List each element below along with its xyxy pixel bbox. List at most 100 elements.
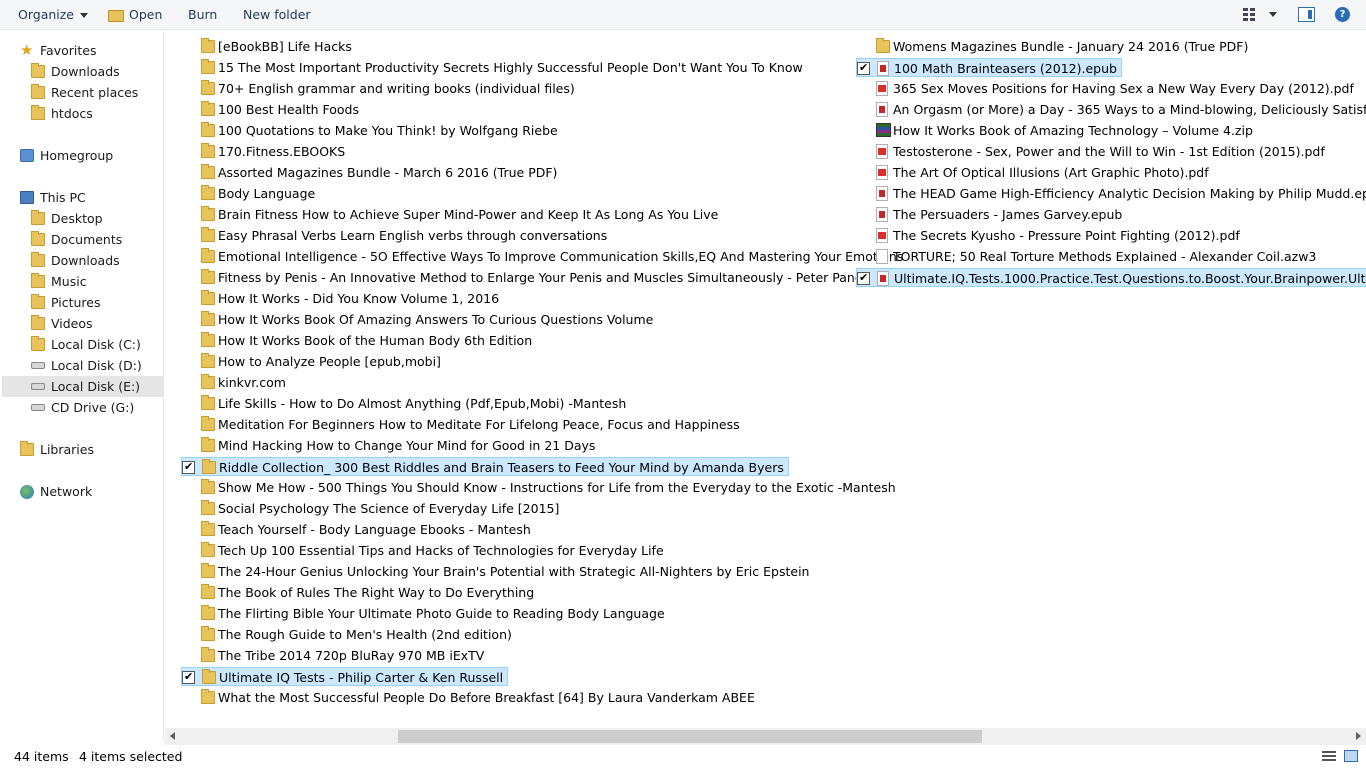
drive-icon <box>31 362 45 369</box>
desktop-folder-icon <box>31 210 45 225</box>
file-list-item[interactable]: Riddle Collection_ 300 Best Riddles and … <box>181 457 789 476</box>
item-checkbox[interactable] <box>181 607 194 620</box>
item-checkbox[interactable] <box>181 376 194 389</box>
folder-icon <box>201 689 215 704</box>
nav-label: Recent places <box>51 85 139 100</box>
nav-local-disk-e[interactable]: Local Disk (E:) <box>2 376 163 397</box>
item-checkbox[interactable] <box>181 502 194 515</box>
item-checkbox[interactable] <box>856 82 869 95</box>
folder-icon <box>201 521 215 536</box>
folder-icon <box>201 395 215 410</box>
cd-drive-icon <box>31 404 45 411</box>
item-checkbox[interactable] <box>181 439 194 452</box>
item-checkbox[interactable] <box>181 124 194 137</box>
preview-pane-icon[interactable] <box>1298 7 1315 22</box>
file-name: The Secrets Kyusho - Pressure Point Figh… <box>893 228 1240 243</box>
file-name: The Rough Guide to Men's Health (2nd edi… <box>218 627 512 642</box>
organize-label: Organize <box>18 7 74 22</box>
item-checkbox[interactable] <box>181 649 194 662</box>
downloads-folder-icon <box>31 63 45 78</box>
organize-button[interactable]: Organize <box>18 0 88 30</box>
view-options-chevron-icon[interactable] <box>1269 12 1277 17</box>
folder-icon <box>201 101 215 116</box>
scrollbar-thumb[interactable] <box>398 730 982 743</box>
open-button[interactable]: Open <box>108 0 162 30</box>
open-label: Open <box>129 7 163 22</box>
item-checkbox[interactable] <box>181 166 194 179</box>
item-checkbox[interactable] <box>181 334 194 347</box>
nav-label: Downloads <box>51 253 120 268</box>
folder-icon <box>201 269 215 284</box>
item-checkbox[interactable] <box>181 82 194 95</box>
folder-icon <box>201 227 215 242</box>
navigation-pane: ★ Favorites Downloads Recent places htdoc… <box>0 31 164 742</box>
item-checkbox[interactable] <box>181 208 194 221</box>
item-checkbox[interactable] <box>181 397 194 410</box>
item-checkbox[interactable] <box>181 565 194 578</box>
folder-icon <box>201 605 215 620</box>
folder-icon <box>201 164 215 179</box>
file-name: Brain Fitness How to Achieve Super Mind-… <box>218 207 719 222</box>
file-name: Mind Hacking How to Change Your Mind for… <box>218 438 596 453</box>
help-icon[interactable]: ? <box>1335 7 1350 22</box>
item-checkbox[interactable] <box>182 459 195 475</box>
item-checkbox[interactable] <box>181 691 194 704</box>
file-list-item[interactable]: Ultimate IQ Tests - Philip Carter & Ken … <box>181 667 508 686</box>
item-checkbox[interactable] <box>181 61 194 74</box>
item-checkbox[interactable] <box>856 229 869 242</box>
file-name: 365 Sex Moves Positions for Having Sex a… <box>893 81 1354 96</box>
burn-button[interactable]: Burn <box>188 0 217 30</box>
nav-label: Network <box>40 484 93 499</box>
file-name: 100 Quotations to Make You Think! by Wol… <box>218 123 558 138</box>
item-checkbox[interactable] <box>856 187 869 200</box>
item-checkbox[interactable] <box>181 544 194 557</box>
file-list-item[interactable]: 100 Math Brainteasers (2012).epub <box>856 58 1122 77</box>
horizontal-scrollbar[interactable] <box>165 728 1366 745</box>
folder-icon <box>201 353 215 368</box>
file-name: Emotional Intelligence - 5O Effective Wa… <box>218 249 904 264</box>
drive-icon <box>31 383 45 390</box>
folder-icon <box>201 248 215 263</box>
item-checkbox[interactable] <box>181 292 194 305</box>
file-list-item[interactable]: Ultimate.IQ.Tests.1000.Practice.Test.Que… <box>856 268 1366 287</box>
file-name: The Book of Rules The Right Way to Do Ev… <box>218 585 535 600</box>
item-checkbox[interactable] <box>856 250 869 263</box>
new-folder-button[interactable]: New folder <box>243 0 311 30</box>
ebook-file-icon <box>876 102 888 117</box>
item-checkbox[interactable] <box>181 145 194 158</box>
item-checkbox[interactable] <box>856 124 869 137</box>
item-checkbox[interactable] <box>857 60 870 76</box>
item-checkbox[interactable] <box>181 187 194 200</box>
details-view-icon[interactable] <box>1322 751 1336 762</box>
status-bar: 44 items 4 items selected <box>0 745 1366 768</box>
folder-icon <box>31 105 45 120</box>
item-checkbox[interactable] <box>856 166 869 179</box>
item-checkbox[interactable] <box>856 103 869 116</box>
item-checkbox[interactable] <box>181 103 194 116</box>
item-checkbox[interactable] <box>181 586 194 599</box>
item-checkbox[interactable] <box>181 628 194 641</box>
item-checkbox[interactable] <box>856 40 869 53</box>
file-name: Testosterone - Sex, Power and the Will t… <box>893 144 1325 159</box>
file-name: The Tribe 2014 720p BluRay 970 MB iExTV <box>218 648 485 663</box>
item-checkbox[interactable] <box>181 313 194 326</box>
nav-label: Pictures <box>51 295 101 310</box>
scroll-right-icon[interactable] <box>1356 732 1361 740</box>
item-checkbox[interactable] <box>181 355 194 368</box>
scroll-left-icon[interactable] <box>170 732 175 740</box>
item-checkbox[interactable] <box>181 250 194 263</box>
item-checkbox[interactable] <box>181 40 194 53</box>
item-checkbox[interactable] <box>857 270 870 286</box>
item-checkbox[interactable] <box>181 523 194 536</box>
item-checkbox[interactable] <box>856 208 869 221</box>
item-checkbox[interactable] <box>181 229 194 242</box>
item-checkbox[interactable] <box>182 669 195 685</box>
item-checkbox[interactable] <box>181 418 194 431</box>
change-view-icon[interactable] <box>1243 8 1257 22</box>
file-name: How to Analyze People [epub,mobi] <box>218 354 441 369</box>
large-icons-view-icon[interactable] <box>1344 750 1358 762</box>
item-checkbox[interactable] <box>181 271 194 284</box>
item-checkbox[interactable] <box>181 481 194 494</box>
chevron-down-icon <box>80 13 88 18</box>
item-checkbox[interactable] <box>856 145 869 158</box>
